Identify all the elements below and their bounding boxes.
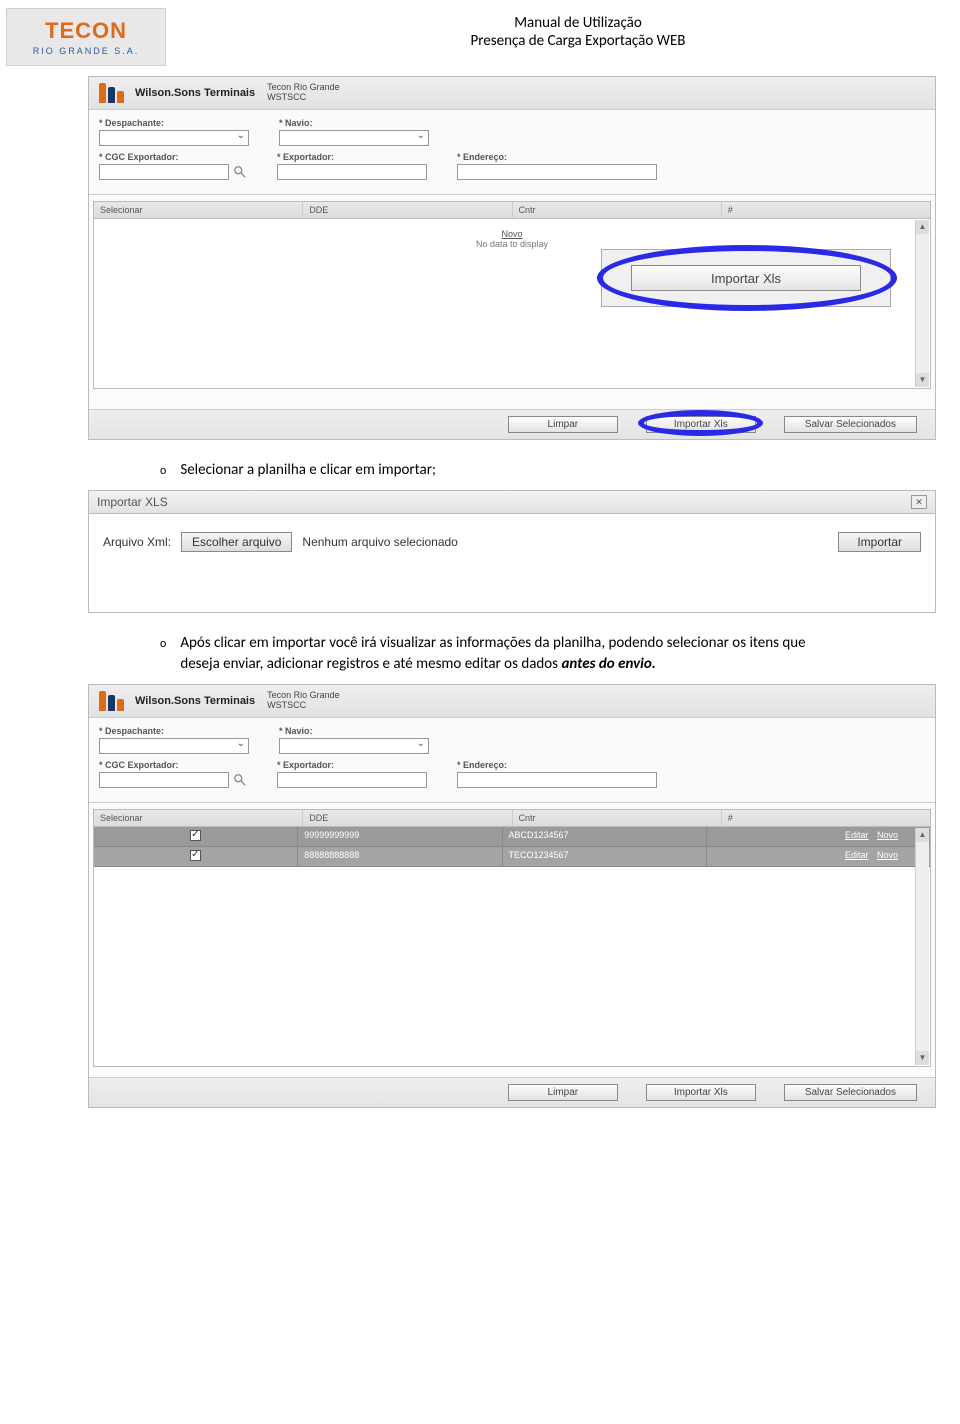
title-line-2: Presença de Carga Exportação WEB bbox=[196, 32, 960, 50]
title-line-1: Manual de Utilização bbox=[196, 14, 960, 32]
table-row[interactable]: 88888888888 TECO1234567 Editar Novo bbox=[94, 847, 930, 867]
navio-label: * Navio: bbox=[279, 118, 429, 128]
cell-cntr: TECO1234567 bbox=[503, 847, 707, 866]
app-subtitle: Tecon Rio Grande WSTSCC bbox=[267, 83, 340, 103]
endereco-label: * Endereço: bbox=[457, 152, 657, 162]
exportador-input[interactable] bbox=[277, 164, 427, 180]
salvar-button[interactable]: Salvar Selecionados bbox=[784, 416, 917, 433]
limpar-button[interactable]: Limpar bbox=[508, 1084, 618, 1101]
importar-xls-button[interactable]: Importar Xls bbox=[646, 1084, 756, 1101]
grid-empty: Novo No data to display bbox=[94, 219, 930, 249]
col-dde[interactable]: DDE bbox=[303, 202, 512, 218]
app-subtitle: Tecon Rio Grande WSTSCC bbox=[267, 691, 340, 711]
annotation-circle-small-icon bbox=[638, 410, 763, 436]
cgc-input[interactable] bbox=[99, 772, 229, 788]
cgc-label: * CGC Exportador: bbox=[99, 760, 247, 770]
grid-header: Selecionar DDE Cntr # bbox=[93, 201, 931, 219]
table-row[interactable]: 99999999999 ABCD1234567 Editar Novo bbox=[94, 827, 930, 847]
despachante-select[interactable] bbox=[99, 738, 249, 754]
cgc-label: * CGC Exportador: bbox=[99, 152, 247, 162]
endereco-label: * Endereço: bbox=[457, 760, 657, 770]
scroll-down-icon[interactable]: ▼ bbox=[916, 1051, 929, 1065]
tecon-logo: TECON RIO GRANDE S.A. bbox=[6, 8, 166, 66]
grid-scrollbar[interactable]: ▲ ▼ bbox=[915, 828, 929, 1065]
col-hash[interactable]: # bbox=[722, 202, 930, 218]
grid-body-filled: 99999999999 ABCD1234567 Editar Novo 8888… bbox=[93, 827, 931, 1067]
col-cntr[interactable]: Cntr bbox=[513, 810, 722, 826]
choose-file-button[interactable]: Escolher arquivo bbox=[181, 532, 292, 552]
navio-label: * Navio: bbox=[279, 726, 429, 736]
app-brand: Wilson.Sons Terminais bbox=[135, 87, 255, 99]
row-checkbox[interactable] bbox=[190, 830, 201, 841]
despachante-select[interactable] bbox=[99, 130, 249, 146]
editar-link[interactable]: Editar bbox=[845, 830, 869, 840]
app-brand: Wilson.Sons Terminais bbox=[135, 695, 255, 707]
bullet-icon: o bbox=[160, 633, 166, 674]
scroll-up-icon[interactable]: ▲ bbox=[916, 220, 929, 234]
logo-sub: RIO GRANDE S.A. bbox=[33, 46, 140, 56]
search-icon[interactable] bbox=[233, 773, 247, 787]
navio-select[interactable] bbox=[279, 130, 429, 146]
wilson-sons-logo-icon bbox=[99, 83, 127, 103]
wilson-sons-logo-icon bbox=[99, 691, 127, 711]
exportador-input[interactable] bbox=[277, 772, 427, 788]
page-header: TECON RIO GRANDE S.A. Manual de Utilizaç… bbox=[0, 0, 960, 76]
app-header: Wilson.Sons Terminais Tecon Rio Grande W… bbox=[89, 685, 935, 718]
despachante-label: * Despachante: bbox=[99, 118, 249, 128]
filter-form: * Despachante: * Navio: * CGC Exportador… bbox=[89, 718, 935, 803]
grid-header: Selecionar DDE Cntr # bbox=[93, 809, 931, 827]
instruction-2-text: Após clicar em importar você irá visuali… bbox=[180, 633, 840, 674]
bullet-icon: o bbox=[160, 460, 166, 480]
exportador-label: * Exportador: bbox=[277, 152, 427, 162]
exportador-label: * Exportador: bbox=[277, 760, 427, 770]
grid-body-empty: Novo No data to display ▲ ▼ bbox=[93, 219, 931, 389]
arquivo-label: Arquivo Xml: bbox=[103, 535, 171, 549]
row-checkbox[interactable] bbox=[190, 850, 201, 861]
app-header: Wilson.Sons Terminais Tecon Rio Grande W… bbox=[89, 77, 935, 110]
scroll-up-icon[interactable]: ▲ bbox=[916, 828, 929, 842]
editar-link[interactable]: Editar bbox=[845, 850, 869, 860]
novo-link[interactable]: Novo bbox=[501, 229, 522, 239]
salvar-button[interactable]: Salvar Selecionados bbox=[784, 1084, 917, 1101]
scroll-down-icon[interactable]: ▼ bbox=[916, 373, 929, 387]
screenshot-form-empty: Wilson.Sons Terminais Tecon Rio Grande W… bbox=[88, 76, 936, 440]
grid-scrollbar[interactable]: ▲ ▼ bbox=[915, 220, 929, 387]
cell-dde: 99999999999 bbox=[298, 827, 502, 846]
limpar-button[interactable]: Limpar bbox=[508, 416, 618, 433]
navio-select[interactable] bbox=[279, 738, 429, 754]
novo-link[interactable]: Novo bbox=[877, 830, 898, 840]
close-icon[interactable]: ✕ bbox=[911, 495, 927, 509]
instruction-1-text: Selecionar a planilha e clicar em import… bbox=[180, 460, 436, 480]
screenshot-form-filled: Wilson.Sons Terminais Tecon Rio Grande W… bbox=[88, 684, 936, 1108]
cgc-input[interactable] bbox=[99, 164, 229, 180]
despachante-label: * Despachante: bbox=[99, 726, 249, 736]
instruction-2: o Após clicar em importar você irá visua… bbox=[160, 633, 840, 674]
novo-link[interactable]: Novo bbox=[877, 850, 898, 860]
no-data-text: No data to display bbox=[476, 239, 548, 249]
importar-button[interactable]: Importar bbox=[838, 532, 921, 552]
col-selecionar[interactable]: Selecionar bbox=[94, 810, 303, 826]
search-icon[interactable] bbox=[233, 165, 247, 179]
instruction-1: o Selecionar a planilha e clicar em impo… bbox=[160, 460, 840, 480]
filter-form: * Despachante: * Navio: * CGC Exportador… bbox=[89, 110, 935, 195]
footer-buttons: Limpar Importar Xls Salvar Selecionados bbox=[89, 1077, 935, 1107]
no-file-text: Nenhum arquivo selecionado bbox=[302, 535, 457, 549]
cell-dde: 88888888888 bbox=[298, 847, 502, 866]
col-selecionar[interactable]: Selecionar bbox=[94, 202, 303, 218]
dialog-title: Importar XLS bbox=[97, 495, 168, 509]
logo-main: TECON bbox=[45, 18, 127, 44]
endereco-input[interactable] bbox=[457, 772, 657, 788]
cell-cntr: ABCD1234567 bbox=[503, 827, 707, 846]
col-hash[interactable]: # bbox=[722, 810, 930, 826]
footer-buttons: Limpar Importar Xls Salvar Selecionados bbox=[89, 409, 935, 439]
screenshot-import-dialog: Importar XLS ✕ Arquivo Xml: Escolher arq… bbox=[88, 490, 936, 613]
col-dde[interactable]: DDE bbox=[303, 810, 512, 826]
col-cntr[interactable]: Cntr bbox=[513, 202, 722, 218]
endereco-input[interactable] bbox=[457, 164, 657, 180]
page-title: Manual de Utilização Presença de Carga E… bbox=[196, 8, 960, 50]
dialog-titlebar: Importar XLS ✕ bbox=[89, 491, 935, 514]
